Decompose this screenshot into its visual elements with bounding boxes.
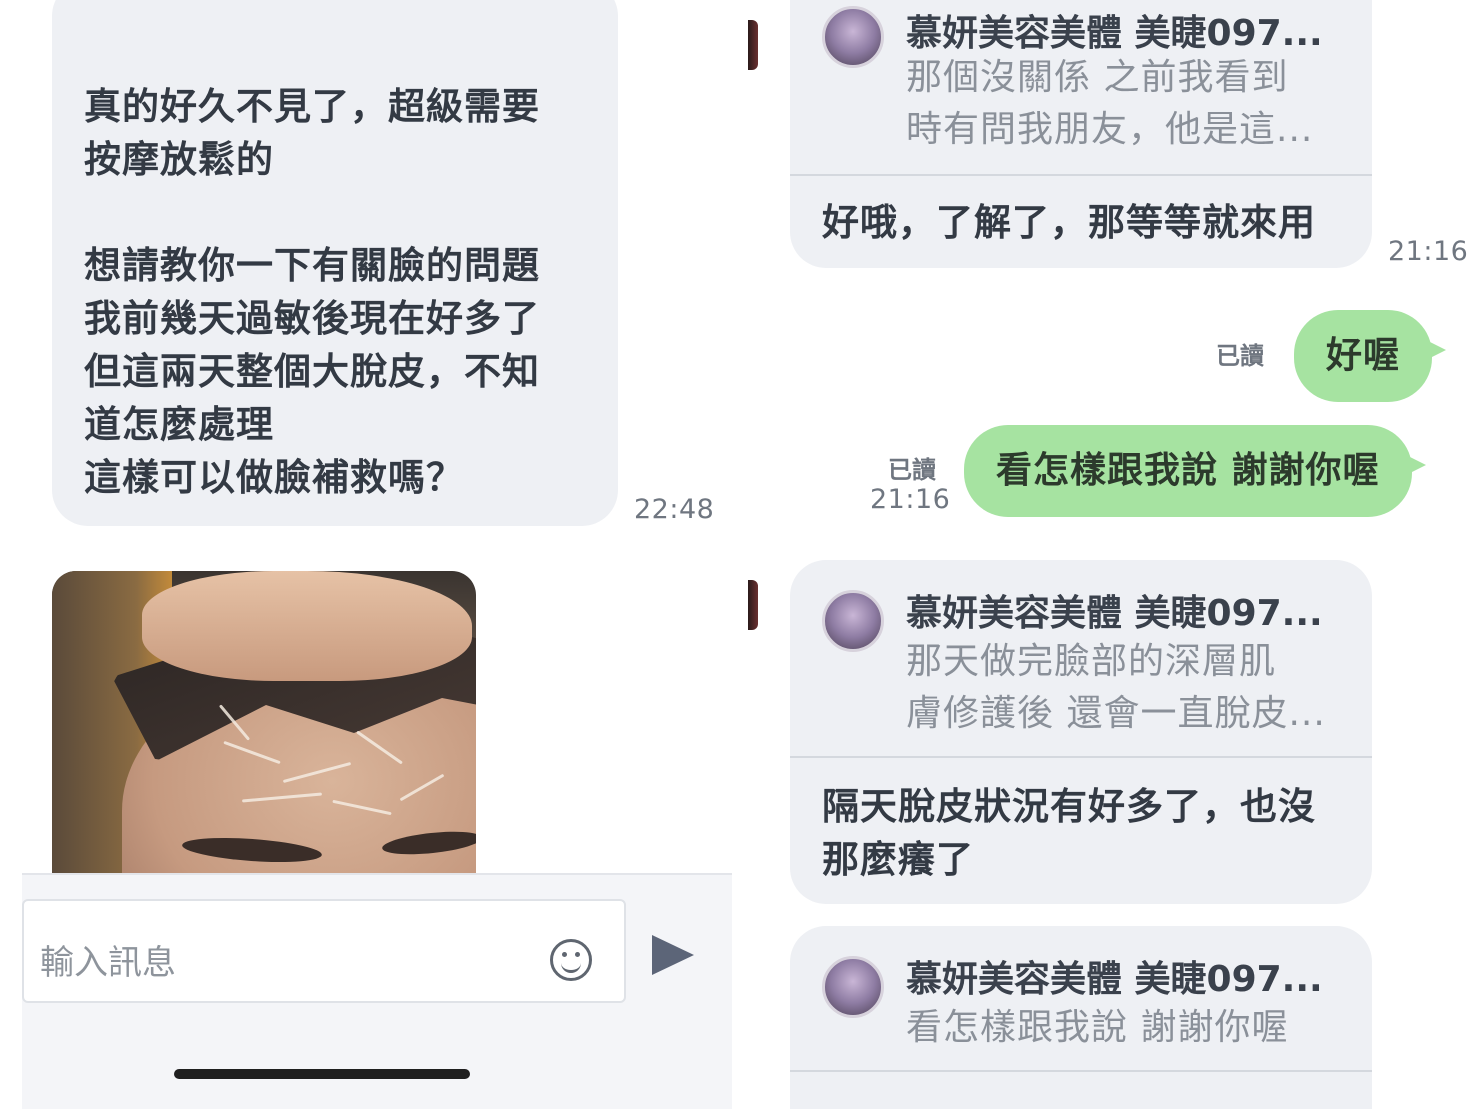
quote-header[interactable]: 慕妍美容美體 美睫097... 看怎樣跟我說 謝謝你喔 — [790, 926, 1372, 1070]
sender-avatar-edge — [748, 20, 758, 70]
send-icon[interactable] — [652, 935, 694, 975]
message-time: 21:16 — [870, 484, 951, 515]
right-chat-panel: 慕妍美容美體 美睫097... 那個沒關係 之前我看到 時有問我朋友，他是這..… — [748, 0, 1477, 1109]
message-text: 看怎樣跟我說 謝謝你喔 — [996, 450, 1380, 491]
message-input-bar: 輸入訊息 — [22, 873, 732, 1109]
message-input[interactable]: 輸入訊息 — [22, 899, 626, 1003]
photo-hand — [142, 571, 472, 681]
message-time: 22:48 — [634, 494, 715, 525]
quoted-reply-message[interactable]: 慕妍美容美體 美睫097... 那個沒關係 之前我看到 時有問我朋友，他是這..… — [790, 0, 1372, 268]
quoted-reply-message[interactable]: 慕妍美容美體 美睫097... 那天做完臉部的深層肌 膚修護後 還會一直脫皮..… — [790, 560, 1372, 904]
quote-sender-name: 慕妍美容美體 美睫097... — [906, 13, 1323, 54]
reply-text: 隔天脫皮狀況有好多了，也沒 那麼癢了 — [822, 785, 1316, 881]
home-indicator — [174, 1069, 470, 1079]
input-placeholder: 輸入訊息 — [40, 943, 176, 983]
avatar — [822, 956, 884, 1018]
outgoing-message-bubble[interactable]: 看怎樣跟我說 謝謝你喔 — [964, 425, 1426, 517]
sender-avatar-edge — [748, 580, 758, 630]
reply-text: 好哦，了解了，那等等就來用 — [822, 201, 1316, 244]
smiley-icon[interactable] — [550, 939, 592, 981]
quote-preview-text: 那個沒關係 之前我看到 時有問我朋友，他是這... — [906, 57, 1314, 150]
quote-preview-text: 那天做完臉部的深層肌 膚修護後 還會一直脫皮... — [906, 641, 1326, 734]
divider — [790, 1070, 1372, 1072]
avatar — [822, 6, 884, 68]
outgoing-message-bubble[interactable]: 好喔 — [1294, 310, 1447, 402]
avatar — [822, 590, 884, 652]
shared-photo[interactable] — [52, 571, 476, 873]
left-chat-panel: 真的好久不見了，超級需要 按摩放鬆的 想請教你一下有關臉的問題 我前幾天過敏後現… — [0, 0, 740, 1109]
quote-header[interactable]: 慕妍美容美體 美睫097... 那個沒關係 之前我看到 時有問我朋友，他是這..… — [790, 0, 1372, 174]
message-text: 真的好久不見了，超級需要 按摩放鬆的 想請教你一下有關臉的問題 我前幾天過敏後現… — [84, 85, 540, 499]
message-text: 好喔 — [1326, 335, 1401, 376]
quoted-reply-message[interactable]: 慕妍美容美體 美睫097... 看怎樣跟我說 謝謝你喔 — [790, 926, 1372, 1109]
quote-sender-name: 慕妍美容美體 美睫097... — [906, 593, 1323, 634]
quote-preview-text: 看怎樣跟我說 謝謝你喔 — [906, 1007, 1289, 1048]
read-receipt: 已讀 — [888, 456, 936, 484]
incoming-message-bubble[interactable]: 真的好久不見了，超級需要 按摩放鬆的 想請教你一下有關臉的問題 我前幾天過敏後現… — [52, 0, 618, 526]
quote-header[interactable]: 慕妍美容美體 美睫097... 那天做完臉部的深層肌 膚修護後 還會一直脫皮..… — [790, 560, 1372, 756]
read-receipt: 已讀 — [1216, 342, 1264, 370]
message-time: 21:16 — [1388, 236, 1469, 267]
quote-sender-name: 慕妍美容美體 美睫097... — [906, 959, 1323, 1000]
